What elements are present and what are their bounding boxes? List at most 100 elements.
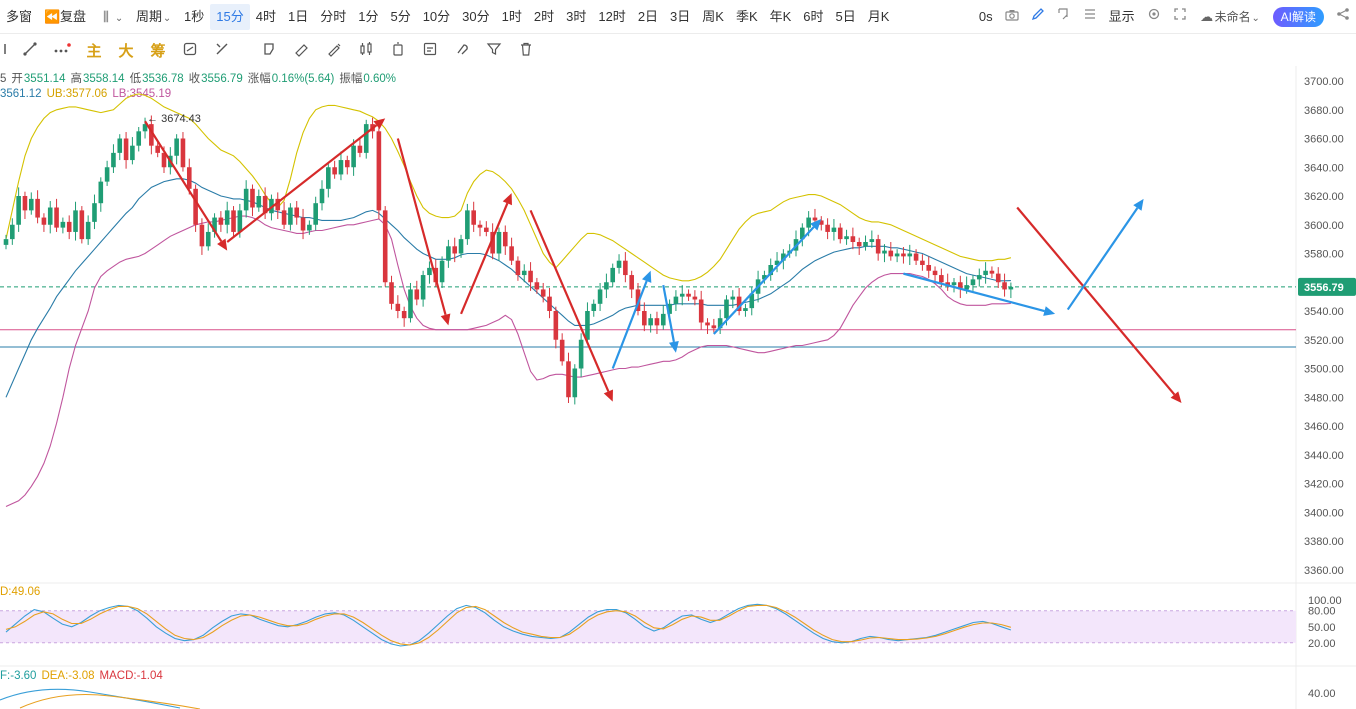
candle-body[interactable]	[477, 224, 483, 228]
candle-body[interactable]	[920, 260, 925, 265]
candle-body[interactable]	[186, 167, 192, 189]
candle-body[interactable]	[471, 210, 476, 225]
candle-body[interactable]	[130, 145, 135, 161]
candle-body[interactable]	[307, 224, 312, 231]
candle-body[interactable]	[155, 145, 160, 153]
candle-body[interactable]	[686, 293, 691, 297]
candle-body[interactable]	[401, 311, 407, 319]
candle-body[interactable]	[79, 210, 85, 240]
candle-body[interactable]	[559, 339, 565, 362]
candle-body[interactable]	[420, 275, 426, 300]
candle-body[interactable]	[496, 231, 502, 254]
candle-body[interactable]	[357, 145, 363, 153]
candle-body[interactable]	[28, 198, 34, 211]
candle-body[interactable]	[256, 196, 262, 208]
candle-body[interactable]	[705, 322, 710, 326]
candle-body[interactable]	[363, 124, 369, 153]
candle-body[interactable]	[901, 253, 906, 257]
candle-body[interactable]	[395, 303, 401, 311]
candle-body[interactable]	[294, 207, 300, 218]
candle-body[interactable]	[970, 279, 976, 286]
candle-body[interactable]	[642, 311, 647, 326]
candle-body[interactable]	[888, 250, 894, 257]
candle-body[interactable]	[1008, 286, 1014, 290]
candle-body[interactable]	[648, 318, 653, 326]
candle-body[interactable]	[180, 138, 186, 168]
candle-body[interactable]	[882, 250, 887, 254]
candle-body[interactable]	[806, 217, 811, 228]
candle-body[interactable]	[484, 227, 489, 232]
candle-body[interactable]	[427, 267, 432, 276]
candlestick-chart[interactable]: 3700.00 3680.00 3660.00 3640.00 3620.00 3600.…	[0, 0, 1356, 709]
candle-body[interactable]	[1002, 282, 1007, 290]
candle-body[interactable]	[926, 265, 932, 271]
candle-body[interactable]	[951, 282, 957, 286]
candle-body[interactable]	[10, 224, 15, 240]
candle-body[interactable]	[123, 138, 129, 161]
candle-body[interactable]	[837, 227, 843, 240]
candle-body[interactable]	[932, 270, 938, 276]
candle-body[interactable]	[540, 289, 546, 297]
candle-body[interactable]	[22, 196, 28, 211]
candle-body[interactable]	[136, 131, 142, 146]
candle-body[interactable]	[724, 299, 729, 319]
candle-body[interactable]	[869, 239, 875, 242]
candle-body[interactable]	[825, 224, 830, 232]
candle-body[interactable]	[894, 253, 900, 257]
candle-body[interactable]	[98, 181, 104, 204]
candle-body[interactable]	[673, 296, 679, 304]
candle-body[interactable]	[623, 260, 628, 276]
candle-body[interactable]	[250, 188, 255, 208]
candle-body[interactable]	[604, 282, 609, 290]
candle-body[interactable]	[111, 152, 116, 168]
candle-body[interactable]	[281, 210, 287, 225]
candle-body[interactable]	[376, 131, 382, 211]
candle-body[interactable]	[174, 138, 179, 156]
candle-body[interactable]	[344, 160, 350, 168]
candle-body[interactable]	[856, 242, 862, 247]
candle-body[interactable]	[711, 325, 717, 329]
candle-body[interactable]	[66, 221, 72, 232]
candle-body[interactable]	[976, 275, 982, 280]
candle-body[interactable]	[458, 239, 464, 254]
candle-body[interactable]	[35, 198, 40, 218]
candle-body[interactable]	[939, 275, 944, 283]
candle-body[interactable]	[730, 296, 736, 300]
candle-body[interactable]	[319, 188, 325, 204]
candle-body[interactable]	[465, 210, 470, 240]
candle-body[interactable]	[534, 282, 540, 290]
candle-body[interactable]	[85, 221, 91, 240]
candle-body[interactable]	[913, 253, 919, 261]
candle-body[interactable]	[521, 270, 527, 276]
candle-body[interactable]	[502, 231, 508, 247]
candle-body[interactable]	[964, 285, 969, 290]
candle-body[interactable]	[205, 231, 211, 247]
candle-body[interactable]	[528, 270, 533, 283]
candle-body[interactable]	[73, 210, 78, 232]
candle-body[interactable]	[446, 246, 451, 261]
candle-body[interactable]	[199, 224, 205, 247]
candle-body[interactable]	[41, 217, 47, 225]
candle-body[interactable]	[288, 207, 293, 225]
candle-body[interactable]	[654, 318, 660, 326]
candle-body[interactable]	[629, 275, 634, 290]
candle-body[interactable]	[850, 236, 856, 242]
candle-body[interactable]	[844, 236, 849, 240]
candle-body[interactable]	[743, 308, 748, 311]
candle-body[interactable]	[243, 188, 249, 211]
candle-body[interactable]	[326, 167, 331, 189]
candle-body[interactable]	[679, 293, 685, 297]
candle-body[interactable]	[237, 210, 243, 232]
candle-body[interactable]	[332, 167, 337, 175]
candle-body[interactable]	[597, 289, 603, 304]
candle-body[interactable]	[610, 267, 616, 283]
candle-body[interactable]	[16, 196, 21, 225]
candle-body[interactable]	[224, 210, 230, 225]
candle-body[interactable]	[389, 282, 394, 304]
candle-body[interactable]	[300, 217, 306, 231]
candle-body[interactable]	[351, 145, 356, 168]
candle-body[interactable]	[831, 227, 837, 232]
candle-body[interactable]	[515, 260, 521, 276]
candle-body[interactable]	[566, 361, 571, 398]
candle-body[interactable]	[414, 289, 420, 300]
